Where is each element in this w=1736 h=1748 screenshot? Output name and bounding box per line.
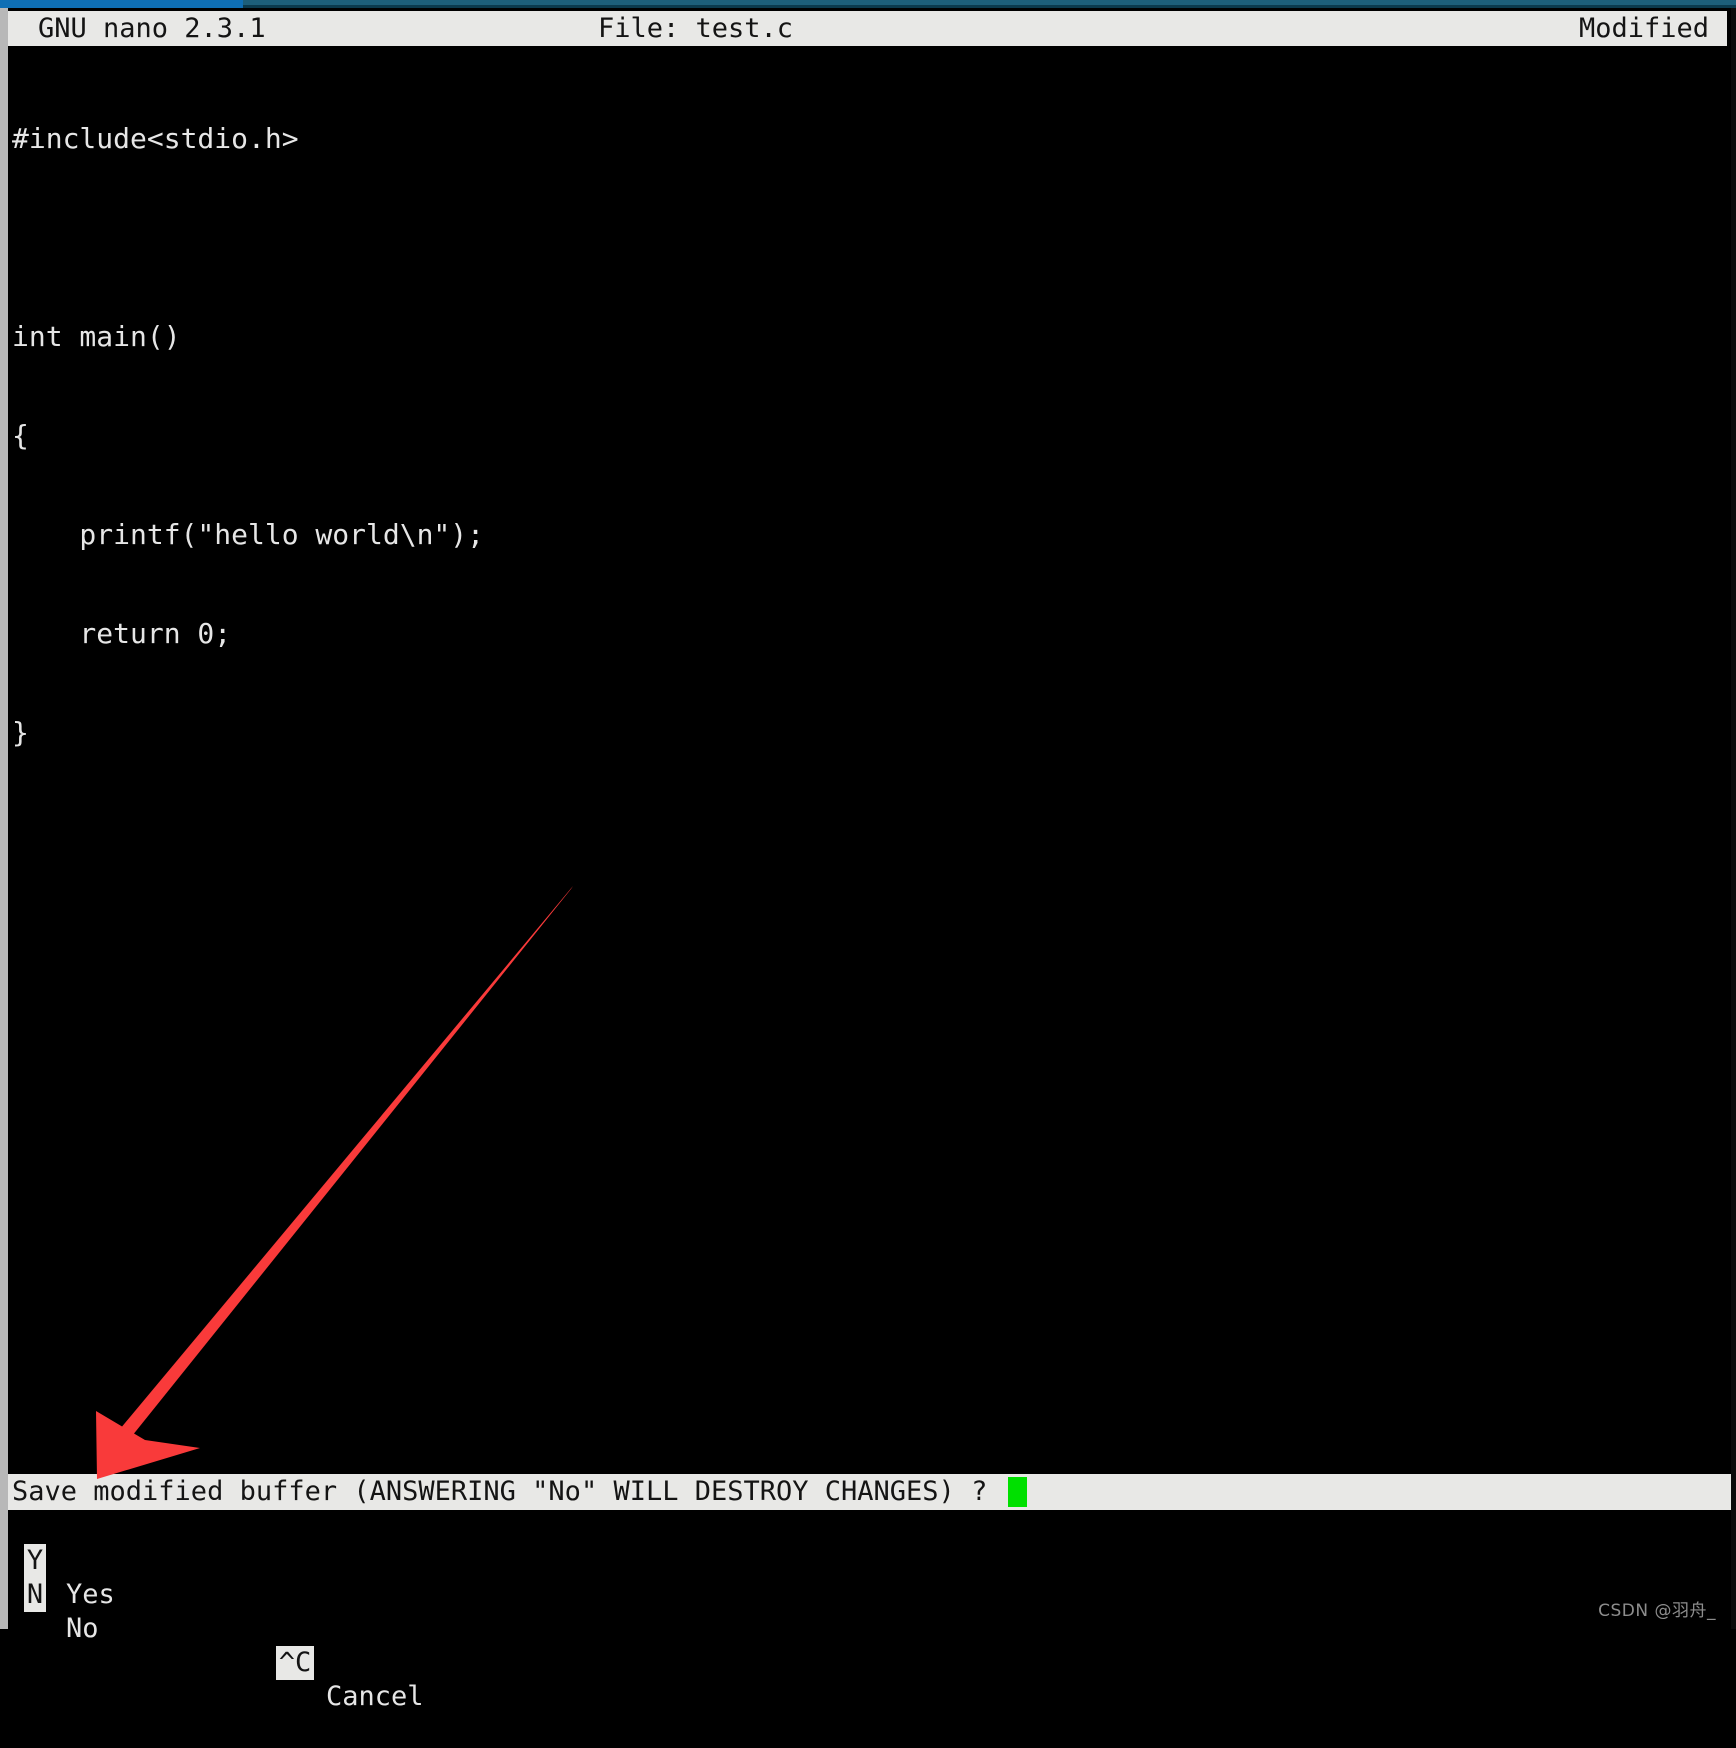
editor-buffer[interactable]: #include<stdio.h> int main() { printf("h…	[8, 56, 1731, 1472]
shortcut-key-cancel[interactable]: ^C	[276, 1646, 314, 1680]
code-line: printf("hello world\n");	[12, 518, 485, 551]
shortcut-row: N No ^C Cancel	[8, 1544, 1731, 1712]
file-name-label: File: test.c	[598, 13, 794, 44]
shortcut-bar: Y Yes N No ^C Cancel	[8, 1510, 1731, 1712]
shortcut-key-no[interactable]: N	[24, 1578, 46, 1612]
modified-status-badge: Modified	[1578, 13, 1709, 44]
text-cursor	[1008, 1477, 1027, 1507]
code-line: }	[12, 716, 29, 749]
code-line: int main()	[12, 320, 181, 353]
code-line: #include<stdio.h>	[12, 122, 299, 155]
code-line: return 0;	[12, 617, 232, 650]
app-version-label: GNU nano 2.3.1	[38, 13, 266, 44]
shortcut-label-cancel[interactable]: Cancel	[326, 1680, 424, 1714]
shortcut-row: Y Yes	[8, 1510, 1731, 1610]
nano-editor-screen: GNU nano 2.3.1 File: test.c Modified #in…	[0, 0, 1736, 1712]
titlebar: GNU nano 2.3.1 File: test.c Modified	[8, 11, 1727, 46]
csdn-watermark: CSDN @羽舟_	[1598, 1601, 1716, 1621]
code-line: {	[12, 419, 29, 452]
shortcut-label-no[interactable]: No	[66, 1612, 99, 1646]
window-right-border	[1731, 8, 1736, 1629]
save-prompt-text: Save modified buffer (ANSWERING "No" WIL…	[12, 1476, 988, 1507]
window-left-border	[0, 8, 8, 1629]
save-prompt-bar[interactable]: Save modified buffer (ANSWERING "No" WIL…	[8, 1474, 1731, 1510]
